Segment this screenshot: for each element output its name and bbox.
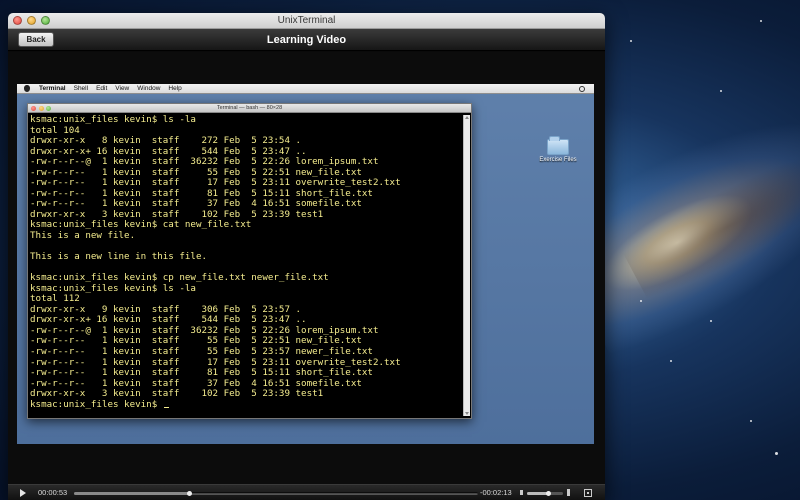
play-icon[interactable] — [20, 489, 26, 497]
terminal-scrollbar — [463, 115, 470, 416]
minimize-window-button[interactable] — [27, 16, 36, 25]
menu-view: View — [115, 85, 130, 92]
volume-slider[interactable] — [527, 490, 563, 496]
scroll-down-arrow-icon — [465, 412, 469, 415]
close-window-button[interactable] — [13, 16, 22, 25]
navigation-bar: Back Learning Video — [8, 29, 605, 51]
terminal-line: -rw-r--r-- 1 kevin staff 55 Feb 5 23:57 … — [30, 346, 373, 358]
folder-label: Exercise Files — [539, 157, 577, 163]
terminal-line: ksmac:unix_files kevin$ ls -la — [30, 115, 196, 125]
time-elapsed: 00:00:53 — [38, 488, 68, 497]
video-player[interactable]: Terminal Shell Edit View Window Help Ter… — [8, 52, 605, 484]
fullscreen-icon[interactable] — [584, 489, 592, 497]
volume-knob[interactable] — [546, 490, 552, 496]
page-title: Learning Video — [266, 34, 347, 46]
video-mac-menubar: Terminal Shell Edit View Window Help — [17, 84, 594, 94]
terminal-close-icon — [31, 105, 36, 111]
terminal-title: Terminal — bash — 80×28 — [216, 105, 283, 111]
terminal-line: This is a new line in this file. — [30, 251, 208, 263]
menu-help: Help — [168, 85, 182, 92]
terminal-line: This is a new file. — [30, 230, 136, 242]
menu-shell: Shell — [73, 85, 89, 92]
terminal-minimize-icon — [38, 105, 44, 111]
scroll-up-arrow-icon — [465, 116, 469, 119]
desktop-folder: Exercise Files — [536, 136, 580, 163]
window-titlebar: UnixTerminal — [8, 13, 605, 29]
zoom-window-button[interactable] — [41, 16, 50, 25]
playback-controls: 00:00:53 -00:02:13 — [8, 484, 605, 500]
desktop-wallpaper — [600, 0, 800, 500]
terminal-cursor — [163, 406, 169, 408]
terminal-zoom-icon — [46, 105, 51, 111]
menu-edit: Edit — [96, 85, 108, 92]
terminal-line: ksmac:unix_files kevin$ ls -la — [30, 282, 196, 294]
spotlight-search-icon — [579, 85, 585, 92]
time-remaining: -00:02:13 — [480, 488, 512, 497]
folder-icon — [547, 136, 569, 155]
menu-app-name: Terminal — [39, 85, 66, 92]
terminal-line: ksmac:unix_files kevin$ — [30, 399, 461, 411]
terminal-titlebar: Terminal — bash — 80×28 — [28, 104, 471, 113]
video-frame: Terminal Shell Edit View Window Help Ter… — [17, 84, 594, 444]
window-title: UnixTerminal — [277, 15, 336, 26]
terminal-output: ksmac:unix_files kevin$ ls -la total 104 d… — [30, 115, 461, 416]
terminal-window: Terminal — bash — 80×28 ksmac:unix_files… — [27, 103, 472, 419]
app-window: UnixTerminal Back Learning Video Termina… — [8, 13, 605, 500]
volume-high-icon — [567, 489, 573, 496]
progress-slider[interactable] — [74, 490, 478, 496]
volume-low-icon — [520, 490, 523, 495]
progress-fill — [74, 492, 190, 495]
apple-logo-icon — [24, 85, 30, 92]
menu-window: Window — [137, 85, 161, 92]
progress-knob[interactable] — [186, 490, 192, 496]
